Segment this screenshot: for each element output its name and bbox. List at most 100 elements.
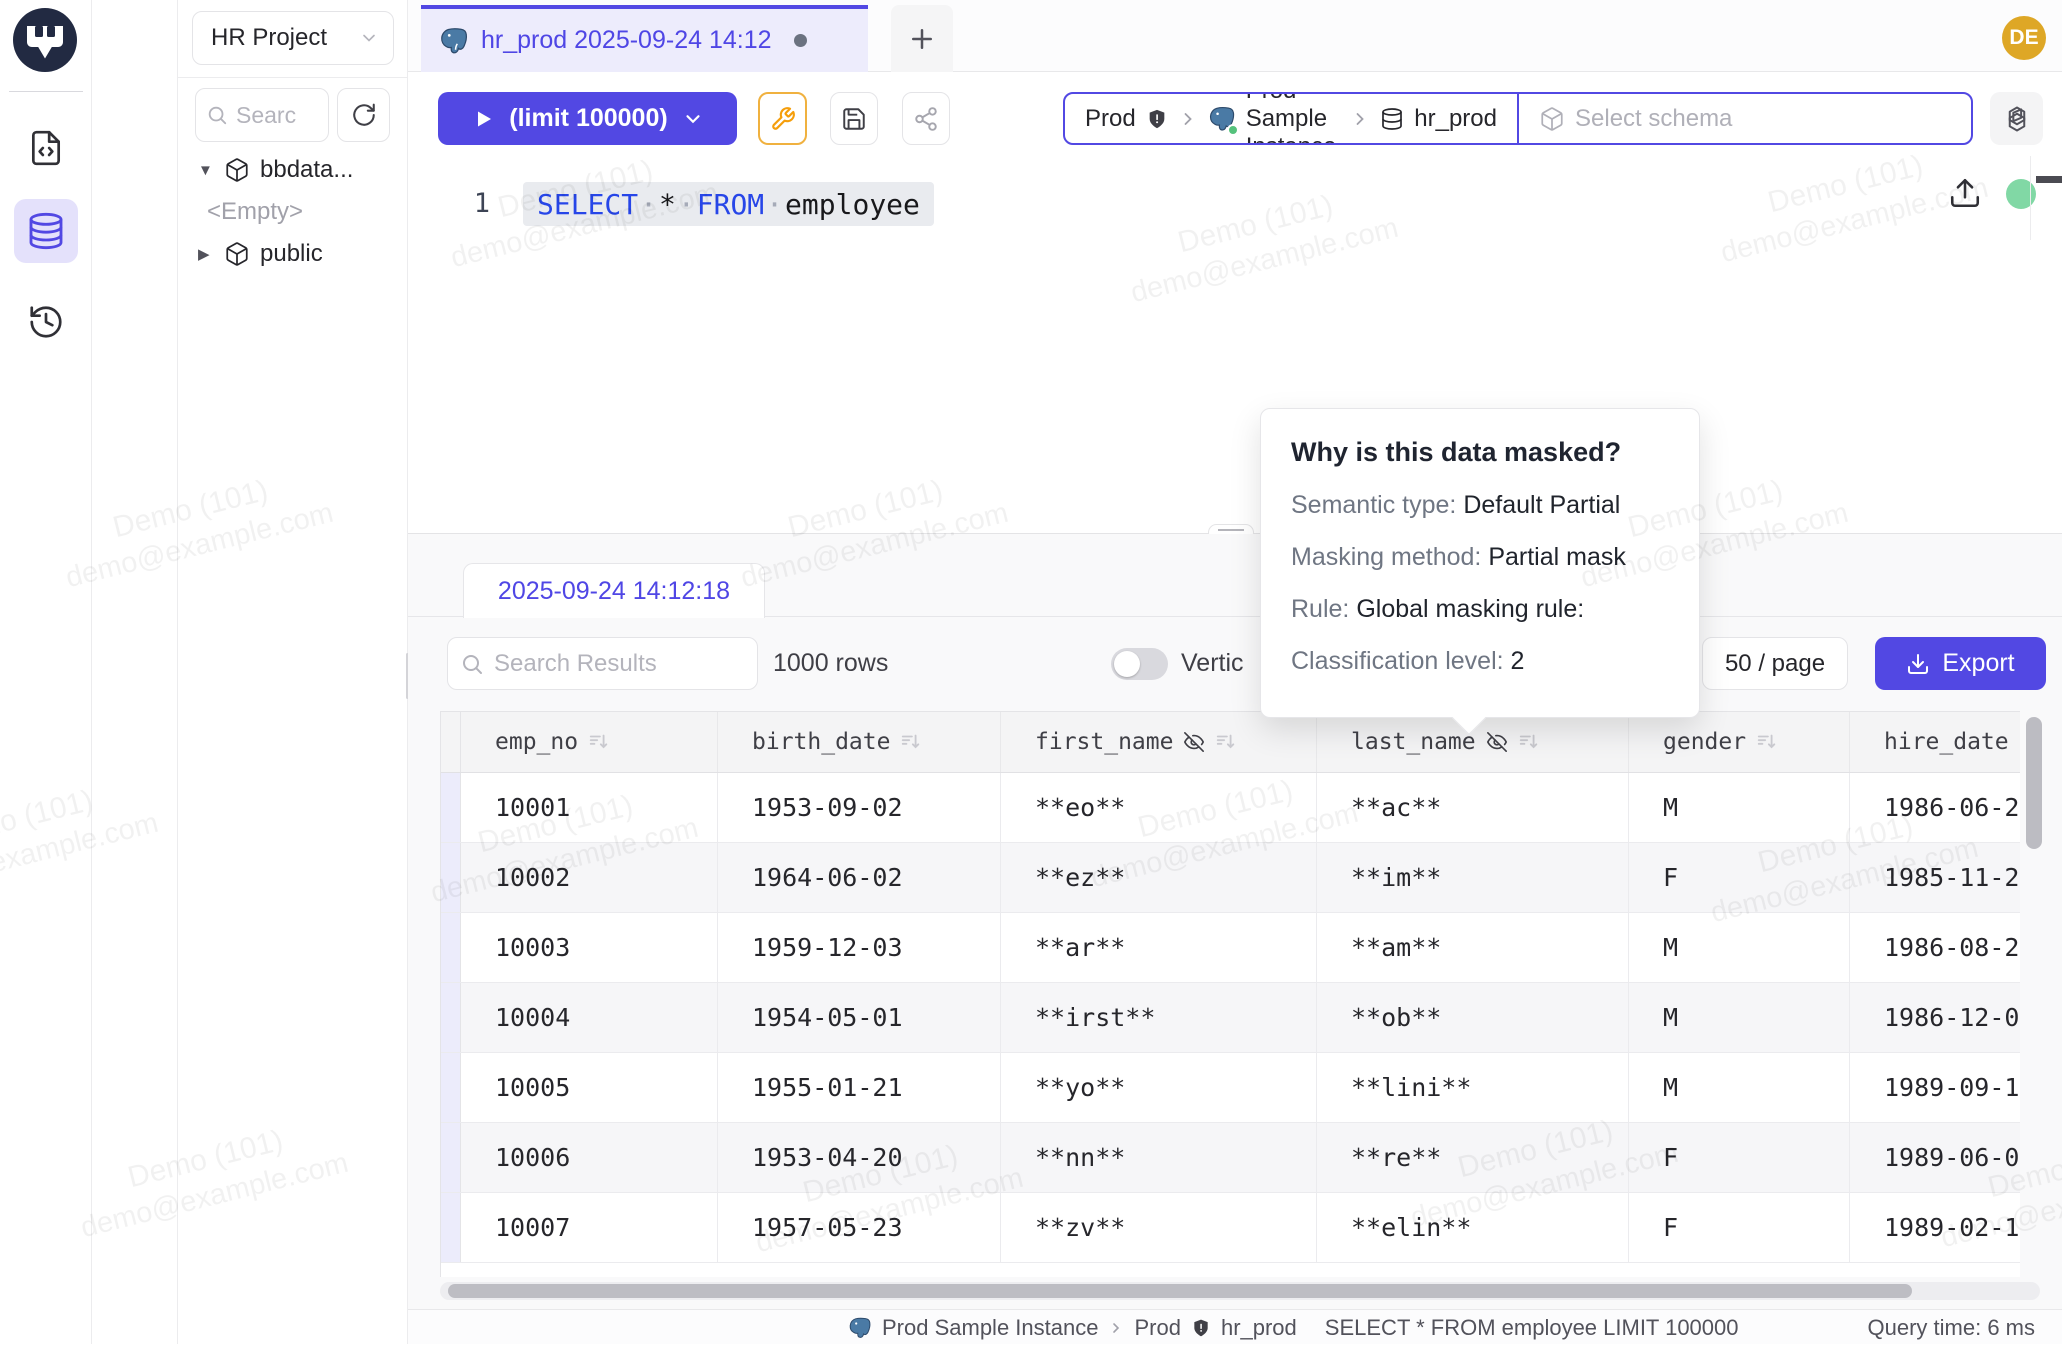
cell-birth_date[interactable]: 1957-05-23 bbox=[718, 1193, 1001, 1262]
cell-last_name[interactable]: **elin** bbox=[1317, 1193, 1629, 1262]
refresh-button[interactable] bbox=[337, 88, 390, 142]
format-sql-button[interactable] bbox=[758, 92, 807, 145]
cell-gender[interactable]: F bbox=[1629, 1193, 1850, 1262]
cell-emp_no[interactable]: 10005 bbox=[461, 1053, 718, 1122]
cell-hire_date[interactable]: 1986-08-2 bbox=[1850, 913, 2020, 982]
project-selector[interactable]: HR Project bbox=[192, 11, 394, 65]
table-row[interactable]: 100031959-12-03**ar****am**M1986-08-2 bbox=[441, 913, 2020, 983]
save-button[interactable] bbox=[830, 92, 878, 145]
refresh-icon bbox=[351, 102, 377, 128]
chevron-down-icon bbox=[682, 108, 704, 130]
column-header-birth_date[interactable]: birth_date bbox=[718, 712, 1001, 772]
cell-birth_date[interactable]: 1954-05-01 bbox=[718, 983, 1001, 1052]
schema-box-icon bbox=[224, 157, 250, 183]
table-row[interactable]: 100061953-04-20**nn****re**F1989-06-0 bbox=[441, 1123, 2020, 1193]
cell-first_name[interactable]: **ez** bbox=[1001, 843, 1317, 912]
column-header-first_name[interactable]: first_name bbox=[1001, 712, 1317, 772]
cell-hire_date[interactable]: 1985-11-2 bbox=[1850, 843, 2020, 912]
cell-gender[interactable]: F bbox=[1629, 843, 1850, 912]
sql-statement[interactable]: SELECT·*·FROM·employee bbox=[523, 182, 934, 226]
column-header-hire_date[interactable]: hire_date bbox=[1850, 712, 2020, 772]
cell-emp_no[interactable]: 10004 bbox=[461, 983, 718, 1052]
cell-last_name[interactable]: **ac** bbox=[1317, 773, 1629, 842]
result-set-tab[interactable]: 2025-09-24 14:12:18 bbox=[463, 563, 765, 618]
cell-hire_date[interactable]: 1989-06-0 bbox=[1850, 1123, 2020, 1192]
cell-hire_date[interactable]: 1989-02-1 bbox=[1850, 1193, 2020, 1262]
table-row[interactable]: 100011953-09-02**eo****ac**M1986-06-2 bbox=[441, 773, 2020, 843]
table-row[interactable]: 100051955-01-21**yo****lini**M1989-09-1 bbox=[441, 1053, 2020, 1123]
cell-first_name[interactable]: **eo** bbox=[1001, 773, 1317, 842]
row-gutter-header bbox=[441, 712, 461, 772]
column-header-gender[interactable]: gender bbox=[1629, 712, 1850, 772]
cell-gender[interactable]: M bbox=[1629, 773, 1850, 842]
cell-gender[interactable]: M bbox=[1629, 983, 1850, 1052]
cell-gender[interactable]: M bbox=[1629, 1053, 1850, 1122]
cell-last_name[interactable]: **im** bbox=[1317, 843, 1629, 912]
cell-birth_date[interactable]: 1959-12-03 bbox=[718, 913, 1001, 982]
table-row[interactable]: 100041954-05-01**irst****ob**M1986-12-0 bbox=[441, 983, 2020, 1053]
cell-gender[interactable]: F bbox=[1629, 1123, 1850, 1192]
table-row[interactable]: 100021964-06-02**ez****im**F1985-11-2 bbox=[441, 843, 2020, 913]
cell-last_name[interactable]: **re** bbox=[1317, 1123, 1629, 1192]
cell-last_name[interactable]: **lini** bbox=[1317, 1053, 1629, 1122]
database-nav-button[interactable] bbox=[14, 199, 78, 263]
cell-emp_no[interactable]: 10002 bbox=[461, 843, 718, 912]
cell-hire_date[interactable]: 1989-09-1 bbox=[1850, 1053, 2020, 1122]
chevron-right-icon bbox=[1178, 109, 1198, 129]
cell-hire_date[interactable]: 1986-06-2 bbox=[1850, 773, 2020, 842]
horizontal-scrollbar[interactable] bbox=[440, 1282, 2040, 1300]
cell-emp_no[interactable]: 10001 bbox=[461, 773, 718, 842]
ai-assistant-button[interactable] bbox=[1990, 92, 2043, 145]
cell-last_name[interactable]: **am** bbox=[1317, 913, 1629, 982]
editor-line-number: 1 bbox=[440, 182, 490, 226]
row-gutter bbox=[441, 773, 461, 842]
user-avatar[interactable]: DE bbox=[2002, 16, 2046, 60]
vertical-scrollbar-thumb[interactable] bbox=[2026, 717, 2042, 849]
sort-icon bbox=[900, 731, 922, 753]
worksheet-nav-button[interactable] bbox=[14, 116, 78, 180]
row-gutter bbox=[441, 983, 461, 1052]
sql-keyword: FROM bbox=[697, 188, 764, 221]
cell-gender[interactable]: M bbox=[1629, 913, 1850, 982]
cell-birth_date[interactable]: 1953-04-20 bbox=[718, 1123, 1001, 1192]
results-search[interactable] bbox=[447, 637, 758, 690]
cell-emp_no[interactable]: 10006 bbox=[461, 1123, 718, 1192]
share-button[interactable] bbox=[902, 92, 950, 145]
tree-item-database[interactable]: ▼ bbdata... bbox=[198, 149, 353, 191]
cell-first_name[interactable]: **zv** bbox=[1001, 1193, 1317, 1262]
cell-first_name[interactable]: **ar** bbox=[1001, 913, 1317, 982]
results-search-input[interactable] bbox=[494, 650, 724, 678]
run-query-button[interactable]: (limit 100000) bbox=[438, 92, 737, 145]
tab-hr-prod[interactable]: hr_prod 2025-09-24 14:12 bbox=[421, 5, 868, 72]
clipped-row bbox=[441, 1263, 2020, 1277]
export-button[interactable]: Export bbox=[1875, 637, 2046, 690]
add-tab-button[interactable] bbox=[891, 5, 953, 72]
history-nav-button[interactable] bbox=[14, 290, 78, 354]
cell-emp_no[interactable]: 10007 bbox=[461, 1193, 718, 1262]
download-icon bbox=[1906, 652, 1930, 676]
cell-last_name[interactable]: **ob** bbox=[1317, 983, 1629, 1052]
eye-off-icon bbox=[1183, 731, 1205, 753]
column-header-emp_no[interactable]: emp_no bbox=[461, 712, 718, 772]
vertical-display-label: Vertic bbox=[1181, 637, 1244, 690]
horizontal-scrollbar-thumb[interactable] bbox=[448, 1284, 1912, 1298]
sidebar-search[interactable] bbox=[195, 88, 329, 142]
cell-birth_date[interactable]: 1953-09-02 bbox=[718, 773, 1001, 842]
tree-item-empty: <Empty> bbox=[207, 191, 303, 233]
cell-birth_date[interactable]: 1964-06-02 bbox=[718, 843, 1001, 912]
schema-selector[interactable]: Select schema bbox=[1519, 94, 1971, 143]
cell-birth_date[interactable]: 1955-01-21 bbox=[718, 1053, 1001, 1122]
vertical-display-toggle[interactable] bbox=[1111, 648, 1168, 680]
page-size-select[interactable]: 50 / page bbox=[1702, 637, 1848, 690]
sidebar-search-input[interactable] bbox=[236, 102, 316, 129]
cell-first_name[interactable]: **nn** bbox=[1001, 1123, 1317, 1192]
upload-sheet-button[interactable] bbox=[1948, 176, 1982, 210]
table-row[interactable]: 100071957-05-23**zv****elin**F1989-02-1 bbox=[441, 1193, 2020, 1263]
database-breadcrumb-segment[interactable]: Prod Prod Sample Instance hr_prod bbox=[1065, 94, 1517, 143]
cell-emp_no[interactable]: 10003 bbox=[461, 913, 718, 982]
cell-first_name[interactable]: **irst** bbox=[1001, 983, 1317, 1052]
row-gutter bbox=[441, 1193, 461, 1262]
tree-item-public[interactable]: ▶ public bbox=[198, 233, 323, 275]
cell-first_name[interactable]: **yo** bbox=[1001, 1053, 1317, 1122]
cell-hire_date[interactable]: 1986-12-0 bbox=[1850, 983, 2020, 1052]
